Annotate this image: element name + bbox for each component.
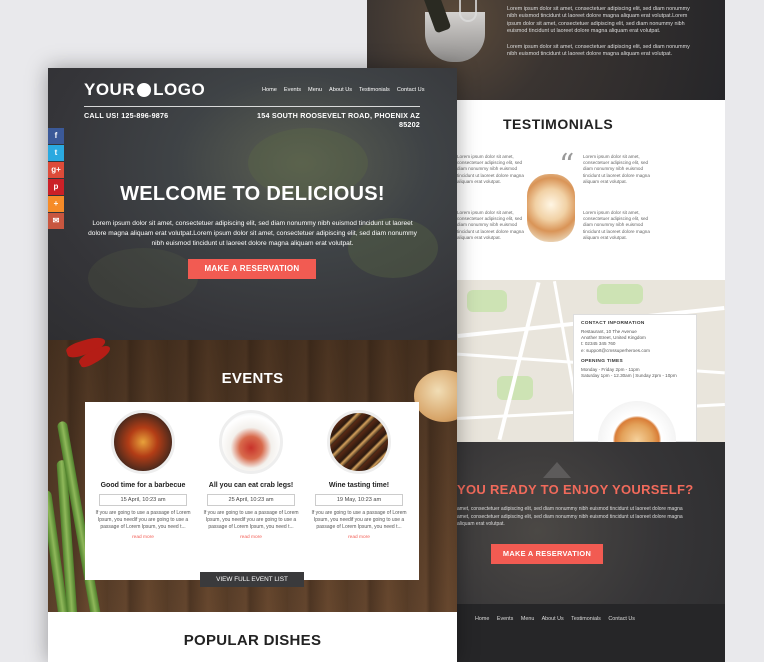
view-full-event-list-button[interactable]: VIEW FULL EVENT LIST — [200, 572, 304, 587]
make-reservation-button[interactable]: MAKE A RESERVATION — [188, 259, 316, 279]
contact-email[interactable]: e: support@cmssuperheroes.com — [581, 348, 689, 354]
reservation-cta-section: YOU READY TO ENJOY YOURSELF? amet, conse… — [457, 442, 725, 604]
event-description: If you are going to use a passage of Lor… — [311, 510, 407, 530]
footer: Home Events Menu About Us Testimonials C… — [457, 604, 725, 662]
event-title: Good time for a barbecue — [100, 482, 186, 489]
facebook-icon[interactable]: f — [48, 128, 64, 144]
footer-nav-events[interactable]: Events — [497, 616, 513, 622]
events-section: EVENTS Good time for a barbecue 15 April… — [48, 334, 457, 621]
testimonials-section: TESTIMONIALS Lorem ipsum dolor sit amet,… — [457, 100, 725, 280]
events-panel: Good time for a barbecue 15 April, 10:23… — [85, 402, 419, 580]
share-icon[interactable]: + — [48, 196, 64, 212]
logo-mark-icon — [137, 83, 152, 97]
event-title: Wine tasting time! — [328, 482, 390, 489]
front-page-mockup: YOUR LOGO Home Events Menu About Us Test… — [48, 68, 457, 662]
logo-text-right: LOGO — [153, 80, 206, 99]
contact-info-card: CONTACT INFORMATION Restaurant, 10 The A… — [573, 314, 697, 442]
google-plus-icon[interactable]: g+ — [48, 162, 64, 178]
event-date: 25 April, 10:23 am — [207, 494, 295, 506]
hero-title: WELCOME TO DELICIOUS! — [120, 183, 385, 205]
footer-nav-testimonials[interactable]: Testimonials — [571, 616, 601, 622]
dish-photo — [598, 401, 676, 442]
nav-home[interactable]: Home — [262, 87, 277, 93]
cta-paragraph: amet, consectetuer adipiscing elit, sed … — [457, 506, 683, 528]
events-title: EVENTS — [221, 370, 284, 387]
quote-icon: “ — [559, 148, 575, 183]
nav-events[interactable]: Events — [284, 87, 301, 93]
popular-dishes-section: POPULAR DISHES — [48, 612, 457, 662]
nav-testimonials[interactable]: Testimonials — [359, 87, 390, 93]
nav-menu[interactable]: Menu — [308, 87, 322, 93]
back-top-paragraph: Lorem ipsum dolor sit amet, consectetuer… — [507, 6, 690, 35]
opening-times-title: OPENING TIMES — [581, 358, 624, 364]
event-photo-barbecue — [111, 410, 175, 474]
map-section[interactable]: CONTACT INFORMATION Restaurant, 10 The A… — [457, 280, 725, 442]
logo[interactable]: YOUR LOGO — [84, 80, 205, 100]
logo-text-left: YOUR — [84, 80, 136, 99]
hours-weekend: Saturday 1pm - 12.30am | Sunday 2pm - 10… — [581, 373, 677, 379]
read-more-link[interactable]: read more — [89, 535, 197, 540]
testimonials-title: TESTIMONIALS — [503, 116, 614, 132]
footer-nav-home[interactable]: Home — [475, 616, 489, 622]
testimonial-text: Lorem ipsum dolor sit amet, consectetuer… — [583, 154, 650, 184]
testimonial-food-photo — [527, 174, 575, 242]
event-card[interactable]: Wine tasting time! 19 May, 10:23 am If y… — [305, 410, 413, 540]
twitter-icon[interactable]: t — [48, 145, 64, 161]
nav-contact-us[interactable]: Contact Us — [397, 87, 425, 93]
address: 154 SOUTH ROOSEVELT ROAD, PHOENIX AZ 852… — [257, 111, 420, 129]
glass-image — [459, 0, 477, 22]
footer-nav-about[interactable]: About Us — [542, 616, 564, 622]
read-more-link[interactable]: read more — [305, 535, 413, 540]
testimonial-text: Lorem ipsum dolor sit amet, consectetuer… — [457, 210, 524, 240]
read-more-link[interactable]: read more — [197, 535, 305, 540]
event-photo-crab — [219, 410, 283, 474]
email-icon[interactable]: ✉ — [48, 213, 64, 229]
nav-about-us[interactable]: About Us — [329, 87, 352, 93]
back-top-paragraph-2: Lorem ipsum dolor sit amet, consectetuer… — [507, 44, 690, 58]
top-nav: Home Events Menu About Us Testimonials C… — [262, 87, 425, 93]
section-arrow — [543, 462, 571, 478]
popular-dishes-title: POPULAR DISHES — [183, 632, 322, 649]
contact-title: CONTACT INFORMATION — [581, 321, 645, 326]
hero-section: YOUR LOGO Home Events Menu About Us Test… — [48, 68, 457, 340]
footer-nav-contact[interactable]: Contact Us — [608, 616, 635, 622]
testimonial-text: Lorem ipsum dolor sit amet, consectetuer… — [457, 154, 524, 184]
phone-number: CALL US! 125-896-9876 — [84, 111, 169, 120]
hero-paragraph: Lorem ipsum dolor sit amet, consectetuer… — [88, 220, 417, 247]
cta-title: YOU READY TO ENJOY YOURSELF? — [457, 482, 694, 497]
event-date: 15 April, 10:23 am — [99, 494, 187, 506]
footer-nav: Home Events Menu About Us Testimonials C… — [475, 616, 641, 622]
event-card[interactable]: All you can eat crab legs! 25 April, 10:… — [197, 410, 305, 540]
header-divider — [84, 106, 420, 107]
footer-nav-menu[interactable]: Menu — [521, 616, 535, 622]
event-title: All you can eat crab legs! — [208, 482, 294, 489]
social-share-bar: f t g+ p + ✉ — [48, 128, 66, 230]
make-reservation-button[interactable]: MAKE A RESERVATION — [491, 544, 603, 564]
event-card[interactable]: Good time for a barbecue 15 April, 10:23… — [89, 410, 197, 540]
pinterest-icon[interactable]: p — [48, 179, 64, 195]
event-description: If you are going to use a passage of Lor… — [203, 510, 299, 530]
event-photo-wine — [327, 410, 391, 474]
testimonial-text: Lorem ipsum dolor sit amet, consectetuer… — [583, 210, 650, 240]
event-date: 19 May, 10:23 am — [315, 494, 403, 506]
event-description: If you are going to use a passage of Lor… — [95, 510, 191, 530]
